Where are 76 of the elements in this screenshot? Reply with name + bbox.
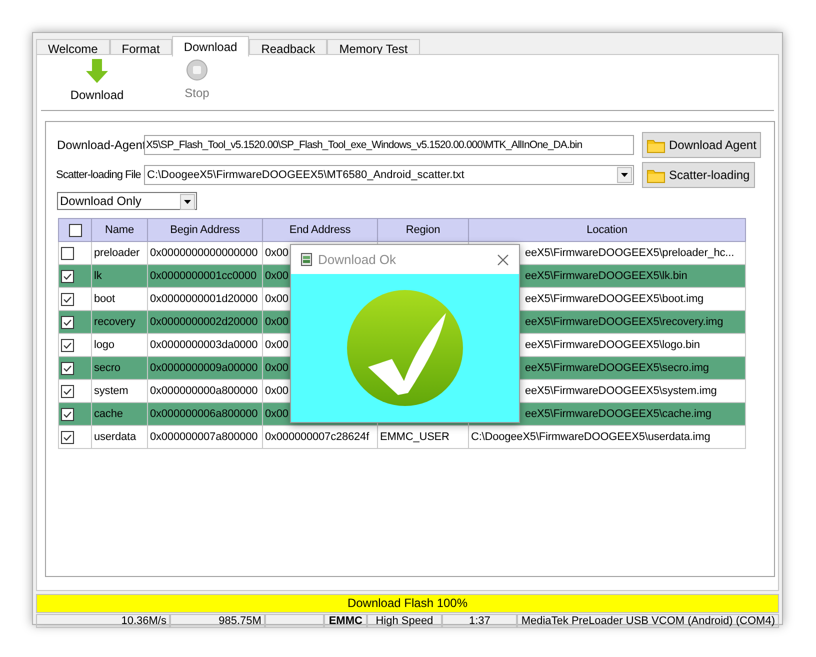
progress-label: Download Flash 100% [346, 595, 469, 612]
table-cell: eeX5\FirmwareDOOGEEX5\boot.img [525, 292, 704, 305]
folder-icon [647, 168, 665, 182]
status-cell: EMMC [324, 614, 367, 628]
tab[interactable]: Download [172, 36, 250, 57]
table-cell: secro [94, 362, 120, 374]
table-cell: 0x0000000003da0000 [150, 338, 258, 351]
status-cell: 1:37 [442, 614, 518, 628]
table-cell: userdata [94, 430, 136, 443]
table-cell: 0x00 [265, 270, 288, 282]
mode-dropdown[interactable]: Download Only [57, 192, 197, 210]
status-cell: 985.75M [170, 614, 266, 628]
app-icon [301, 253, 312, 266]
checkbox[interactable] [61, 362, 74, 374]
checkbox[interactable] [68, 224, 82, 236]
column-header[interactable]: Location [468, 218, 746, 242]
checkbox[interactable] [61, 338, 74, 352]
table-cell: 0x00 [265, 292, 288, 305]
status-cell: High Speed [366, 614, 442, 628]
table-cell: 0x000000000a800000 [150, 384, 258, 397]
table-cell: eeX5\FirmwareDOOGEEX5\recovery.img [525, 316, 724, 328]
close-icon[interactable] [497, 254, 509, 266]
folder-icon [647, 138, 665, 152]
check-mark-icon [346, 289, 464, 407]
table-cell: C:\DoogeeX5\FirmwareDOOGEEX5\userdata.img [471, 430, 710, 443]
table-cell: lk [94, 270, 102, 282]
table-cell: eeX5\FirmwareDOOGEEX5\system.img [525, 384, 717, 397]
table-cell: eeX5\FirmwareDOOGEEX5\logo.bin [525, 338, 700, 351]
column-header[interactable]: Name [92, 218, 148, 242]
column-header[interactable]: End Address [262, 218, 378, 242]
download-agent-field[interactable]: X5\SP_Flash_Tool_v5.1520.00\SP_Flash_Tool_exe_Windows_v5.1520.00.000\MTK_AllInOne_DA.bin [144, 135, 634, 155]
toolbar-button[interactable]: Download [67, 55, 127, 110]
table-cell: 0x000000007a800000 [150, 430, 258, 443]
table-cell: 0x0000000001d20000 [150, 292, 258, 305]
checkbox[interactable] [61, 246, 74, 260]
table-cell: eeX5\FirmwareDOOGEEX5\lk.bin [525, 270, 688, 282]
table-cell: 0x00 [265, 246, 288, 259]
table-cell: 0x000000006a800000 [150, 408, 258, 420]
checkbox[interactable] [61, 270, 74, 282]
column-header[interactable]: Begin Address [148, 218, 262, 242]
status-cell: 10.36M/s [36, 614, 170, 628]
column-header[interactable]: Region [378, 218, 468, 242]
status-cell: MediaTek PreLoader USB VCOM (Android) (COM4) [517, 614, 780, 628]
table-cell: system [94, 384, 128, 397]
table-cell: EMMC_USER [380, 430, 450, 443]
checkbox[interactable] [61, 384, 74, 398]
table-cell: 0x0000000009a00000 [150, 362, 258, 374]
table-cell: 0x00 [265, 408, 288, 420]
table-cell: 0x00 [265, 384, 288, 397]
table-cell: preloader [94, 246, 140, 259]
table-cell: recovery [94, 316, 136, 328]
table-cell: eeX5\FirmwareDOOGEEX5\preloader_hc... [525, 246, 734, 259]
table-cell: cache [94, 408, 123, 420]
table-cell: 0x0000000002d20000 [150, 316, 258, 328]
checkbox[interactable] [61, 408, 74, 420]
checkbox[interactable] [61, 292, 74, 306]
checkbox[interactable] [61, 316, 74, 328]
table-cell: 0x000000007c28624f [265, 430, 370, 443]
down-arrow-icon [86, 59, 108, 83]
table-cell: boot [94, 292, 116, 305]
dialog-title: Download Ok [318, 250, 396, 269]
stop-icon [186, 59, 208, 81]
checkbox[interactable] [61, 430, 74, 444]
scatter-loading-button[interactable]: Scatter-loading [642, 162, 755, 188]
download-agent-button[interactable]: Download Agent [642, 132, 762, 158]
field-label: Download-Agent [56, 137, 144, 154]
table-cell: 0x00 [265, 338, 288, 351]
table-cell: 0x00 [265, 316, 288, 328]
field-label: Scatter-loading File [55, 168, 142, 183]
table-cell: eeX5\FirmwareDOOGEEX5\cache.img [525, 408, 712, 420]
table-cell: 0x0000000001cc0000 [150, 270, 256, 282]
table-cell: 0x0000000000000000 [150, 246, 258, 259]
table-cell: 0x00 [265, 362, 288, 374]
table-cell: eeX5\FirmwareDOOGEEX5\secro.img [525, 362, 709, 374]
scatter-file-dropdown[interactable]: C:\DoogeeX5\FirmwareDOOGEEX5\MT6580_Android_scatter.txt [144, 165, 634, 185]
table-cell: logo [94, 338, 114, 351]
